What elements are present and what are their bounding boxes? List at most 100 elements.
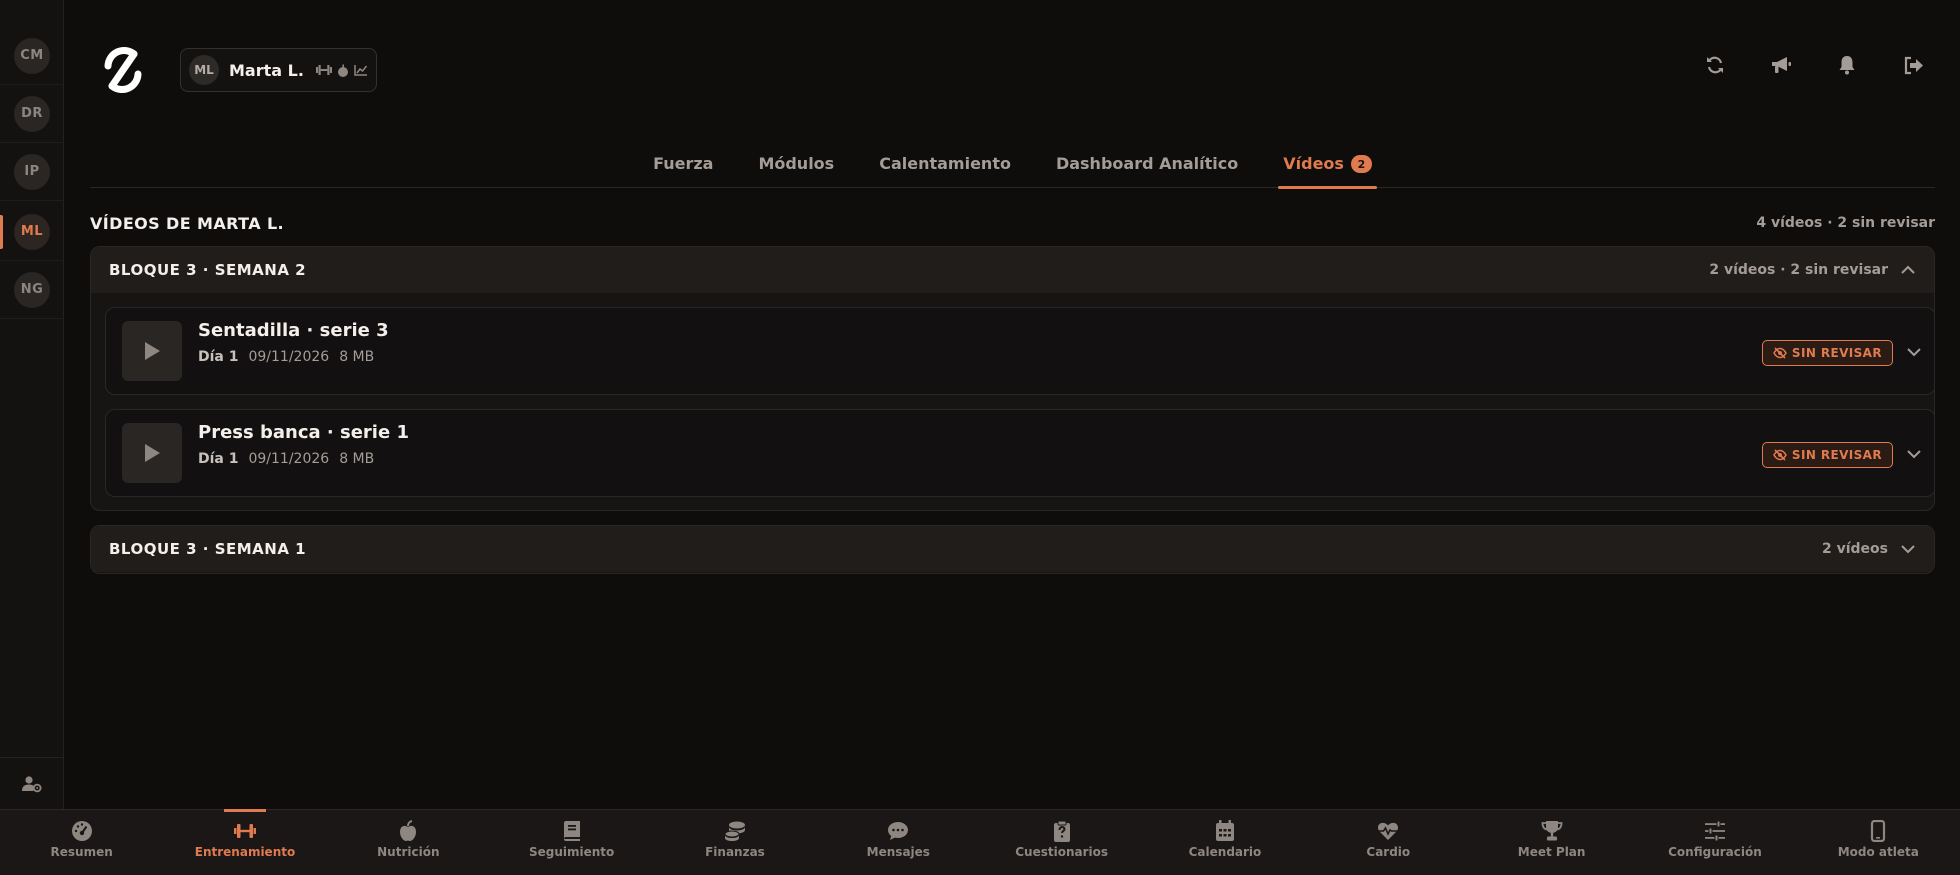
video-title: Press banca · serie 1 — [198, 422, 409, 443]
logout-button[interactable] — [1902, 54, 1924, 76]
trophy-icon — [1541, 821, 1563, 841]
user-settings-button[interactable] — [0, 757, 64, 809]
athlete-avatar: ML — [189, 55, 219, 85]
client-rail: CM DR IP ML NG — [0, 0, 64, 809]
chart-line-icon — [354, 65, 367, 76]
notifications-button[interactable] — [1836, 54, 1858, 76]
video-day: Día 1 — [198, 451, 239, 467]
nav-cuestionarios[interactable]: Cuestionarios — [980, 810, 1143, 875]
video-meta: Día 1 09/11/2026 8 MB — [198, 451, 374, 467]
athlete-selector[interactable]: ML Marta L. — [180, 48, 377, 92]
app-root: CM DR IP ML NG ML Marta L. Fuerza Módulo… — [0, 0, 1960, 875]
tab-label: Vídeos — [1283, 154, 1344, 173]
tab-calentamiento[interactable]: Calentamiento — [874, 146, 1016, 188]
block-title: BLOQUE 3 · SEMANA 1 — [109, 540, 307, 558]
video-block: BLOQUE 3 · SEMANA 1 2 vídeos — [90, 525, 1935, 574]
video-title: Sentadilla · serie 3 — [198, 320, 389, 341]
client-item-ng[interactable]: NG — [0, 261, 64, 319]
mobile-icon — [1871, 820, 1886, 842]
sliders-icon — [1704, 820, 1725, 842]
chevron-down-icon — [1901, 545, 1915, 554]
block-header[interactable]: BLOQUE 3 · SEMANA 2 2 vídeos · 2 sin rev… — [91, 247, 1934, 293]
block-summary: 2 vídeos · 2 sin revisar — [1709, 262, 1888, 278]
chevron-down-icon[interactable] — [1905, 445, 1923, 463]
nav-meet-plan[interactable]: Meet Plan — [1470, 810, 1633, 875]
nav-nutricion[interactable]: Nutrición — [327, 810, 490, 875]
tab-dashboard-analitico[interactable]: Dashboard Analítico — [1051, 146, 1243, 188]
heart-pulse-icon — [1378, 822, 1399, 840]
nav-label: Cuestionarios — [1015, 845, 1109, 859]
status-label: SIN REVISAR — [1791, 448, 1882, 462]
gauge-icon — [71, 821, 92, 841]
megaphone-icon — [1772, 57, 1791, 73]
status-badge[interactable]: SIN REVISAR — [1761, 442, 1893, 468]
block-summary: 2 vídeos — [1821, 541, 1888, 557]
block-summary-area: 2 vídeos · 2 sin revisar — [1709, 262, 1916, 278]
block-header[interactable]: BLOQUE 3 · SEMANA 1 2 vídeos — [91, 526, 1934, 572]
video-thumbnail[interactable] — [122, 423, 182, 483]
nav-calendario[interactable]: Calendario — [1143, 810, 1306, 875]
videos-summary: 4 vídeos · 2 sin revisar — [1756, 215, 1935, 231]
status-badge[interactable]: SIN REVISAR — [1761, 340, 1893, 366]
section-tabs: Fuerza Módulos Calentamiento Dashboard A… — [90, 146, 1935, 189]
tab-fuerza[interactable]: Fuerza — [648, 146, 718, 188]
nav-modo-atleta[interactable]: Modo atleta — [1797, 810, 1960, 875]
client-item-ip[interactable]: IP — [0, 143, 64, 201]
client-item-ml[interactable]: ML — [0, 203, 64, 261]
nav-label: Modo atleta — [1837, 845, 1919, 859]
client-avatar: ML — [14, 213, 50, 250]
nav-label: Mensajes — [866, 845, 930, 859]
nav-label: Calendario — [1188, 845, 1262, 859]
tab-count-badge: 2 — [1350, 155, 1372, 173]
nav-entrenamiento[interactable]: Entrenamiento — [163, 809, 326, 875]
athlete-module-icons — [315, 64, 368, 77]
nav-resumen[interactable]: Resumen — [0, 810, 163, 875]
nav-label: Nutrición — [377, 845, 440, 859]
tab-label: Módulos — [758, 154, 835, 173]
clipboard-question-icon — [1053, 820, 1070, 842]
announcements-button[interactable] — [1770, 54, 1792, 76]
client-avatar: NG — [14, 271, 50, 308]
dumbbell-icon — [233, 824, 256, 838]
nav-label: Finanzas — [705, 845, 765, 859]
nav-label: Configuración — [1668, 845, 1762, 859]
client-avatar: IP — [14, 153, 50, 190]
refresh-icon — [1707, 56, 1723, 74]
video-day: Día 1 — [198, 349, 239, 365]
apple-icon — [400, 820, 417, 841]
nav-label: Meet Plan — [1517, 845, 1586, 859]
nav-mensajes[interactable]: Mensajes — [817, 810, 980, 875]
user-gear-icon — [22, 775, 42, 792]
client-item-cm[interactable]: CM — [0, 27, 64, 85]
bell-icon — [1839, 56, 1855, 75]
tab-label: Dashboard Analítico — [1055, 154, 1239, 173]
play-icon — [145, 444, 160, 462]
chat-icon — [888, 822, 909, 840]
tab-videos[interactable]: Vídeos 2 — [1278, 146, 1377, 189]
nav-cardio[interactable]: Cardio — [1307, 810, 1470, 875]
client-item-dr[interactable]: DR — [0, 85, 64, 143]
nav-label: Seguimiento — [528, 845, 615, 859]
nav-seguimiento[interactable]: Seguimiento — [490, 810, 653, 875]
calendar-icon — [1215, 820, 1234, 841]
nav-label: Cardio — [1366, 845, 1411, 859]
chevron-up-icon — [1901, 265, 1915, 274]
tab-label: Fuerza — [653, 154, 714, 173]
play-icon — [145, 342, 160, 360]
video-item: Press banca · serie 1 Día 1 09/11/2026 8… — [105, 409, 1934, 497]
video-thumbnail[interactable] — [122, 321, 182, 381]
header-actions — [1704, 54, 1924, 76]
nav-configuracion[interactable]: Configuración — [1633, 810, 1796, 875]
block-title: BLOQUE 3 · SEMANA 2 — [109, 261, 307, 279]
book-icon — [563, 821, 580, 841]
app-logo — [98, 42, 148, 98]
video-size: 8 MB — [339, 349, 375, 365]
video-block: BLOQUE 3 · SEMANA 2 2 vídeos · 2 sin rev… — [90, 246, 1935, 511]
tab-modulos[interactable]: Módulos — [753, 146, 839, 188]
logo-icon — [104, 47, 142, 93]
chevron-down-icon[interactable] — [1905, 343, 1923, 361]
refresh-button[interactable] — [1704, 54, 1726, 76]
logout-icon — [1904, 56, 1923, 74]
nav-label: Resumen — [50, 845, 113, 859]
nav-finanzas[interactable]: Finanzas — [653, 810, 816, 875]
